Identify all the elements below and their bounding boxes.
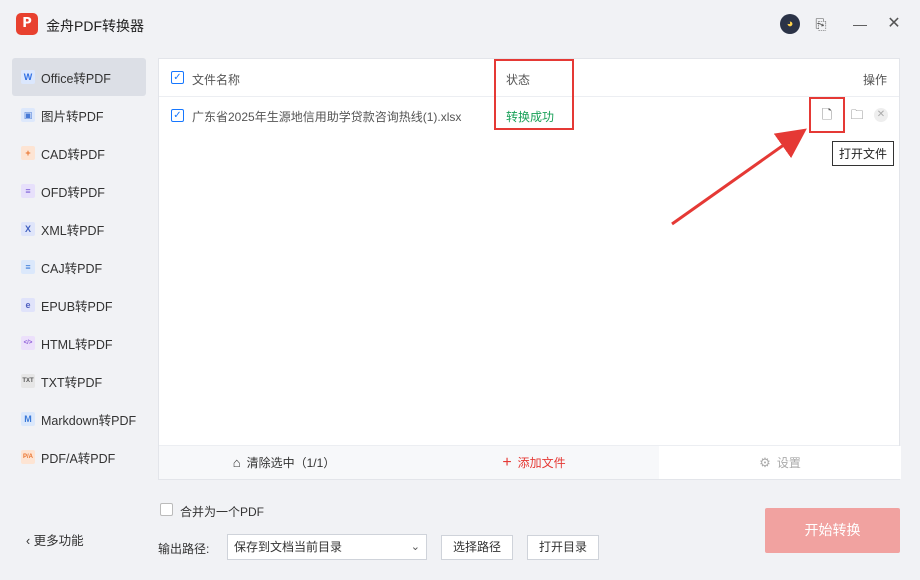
sidebar-item-label: OFD转PDF [41,185,105,200]
start-convert-button[interactable]: 开始转换 [765,508,900,553]
open-file-icon[interactable]: 🗋 [819,107,835,123]
close-icon[interactable]: ✕ [884,14,904,34]
app-logo-icon: P [16,13,38,35]
sidebar-item[interactable]: X XML转PDF [12,210,146,248]
format-icon: M [21,412,35,426]
sidebar-item-label: HTML转PDF [41,337,113,352]
status-badge: 转换成功 [506,110,555,124]
sidebar-item-label: Markdown转PDF [41,413,137,428]
format-icon: ▣ [21,108,35,122]
output-path-label: 输出路径: [158,542,210,556]
sidebar-item[interactable]: ▣ 图片转PDF [12,96,146,134]
open-folder-icon[interactable]: 🗀 [849,107,865,123]
output-path-select[interactable]: 保存到文档当前目录 ⌄ [227,534,427,560]
format-icon: W [21,70,35,84]
sidebar-item[interactable]: ≡ OFD转PDF [12,172,146,210]
sidebar-item-label: CAJ转PDF [41,261,103,276]
add-file-button[interactable]: + 添加文件 [409,446,659,479]
merge-pdf-label: 合并为一个PDF [180,505,265,519]
format-icon: ≡ [21,184,35,198]
format-icon: ≡ [21,260,35,274]
sidebar-item-label: XML转PDF [41,223,105,238]
open-file-tooltip: 打开文件 [832,141,895,166]
delete-row-icon[interactable]: ✕ [874,108,888,122]
format-icon: X [21,222,35,236]
format-icon: e [21,298,35,312]
format-icon: TXT [21,374,35,388]
sidebar-item[interactable]: e EPUB转PDF [12,286,146,324]
sidebar-item-label: EPUB转PDF [41,299,113,314]
sidebar-item[interactable]: TXT TXT转PDF [12,362,146,400]
plus-icon: + [502,453,512,471]
merge-pdf-checkbox[interactable] [160,503,173,516]
title-bar: P 金舟PDF转换器 ◕ ⎘ — ✕ [0,0,920,48]
sidebar-item[interactable]: </> HTML转PDF [12,324,146,362]
sidebar-item[interactable]: W Office转PDF [12,58,146,96]
sidebar: W Office转PDF ▣ 图片转PDF + CAD转PDF ≡ OFD转PDF X XML转P… [12,58,146,476]
minimize-icon[interactable]: — [850,14,870,34]
sidebar-item[interactable]: ≡ CAJ转PDF [12,248,146,286]
choose-path-button[interactable]: 选择路径 [441,535,513,560]
column-file-name: 文件名称 [192,73,241,87]
sidebar-item[interactable]: P/A PDF/A转PDF [12,438,146,476]
format-icon: </> [21,336,35,350]
column-status: 状态 [506,73,531,87]
gear-icon: ⚙ [759,454,771,470]
format-icon: + [21,146,35,160]
output-path-value: 保存到文档当前目录 [234,540,343,554]
app-title: 金舟PDF转换器 [46,18,144,34]
sidebar-item-label: CAD转PDF [41,147,105,162]
format-icon: P/A [21,450,35,464]
sidebar-item[interactable]: + CAD转PDF [12,134,146,172]
sidebar-item[interactable]: M Markdown转PDF [12,400,146,438]
annotation-arrow [671,128,807,226]
sidebar-item-label: TXT转PDF [41,375,103,390]
clear-selected-label: 清除选中（1/1） [246,456,336,470]
sidebar-item-label: PDF/A转PDF [41,451,116,466]
chevron-down-icon: ⌄ [410,541,420,553]
panel-footer: ⌂ 清除选中（1/1） + 添加文件 ⚙ 设置 [159,445,901,479]
settings-label: 设置 [776,456,801,470]
column-operations: 操作 [862,73,887,87]
user-avatar-icon[interactable]: ◕ [780,14,800,34]
row-checkbox[interactable]: ✓ [171,109,184,122]
select-all-checkbox[interactable]: ✓ [171,71,184,84]
add-file-label: 添加文件 [517,456,566,470]
sidebar-item-label: Office转PDF [41,71,111,86]
sidebar-item-label: 图片转PDF [41,109,104,124]
settings-button[interactable]: ⚙ 设置 [659,446,901,479]
chevron-left-icon: ‹ [26,534,31,548]
table-header: ✓ 文件名称 状态 操作 [159,59,899,97]
feedback-icon[interactable]: ⎘ [811,14,831,34]
more-features-link[interactable]: ‹ 更多功能 [26,530,84,549]
open-directory-button[interactable]: 打开目录 [527,535,599,560]
broom-icon: ⌂ [232,455,241,470]
clear-selected-button[interactable]: ⌂ 清除选中（1/1） [159,446,409,479]
more-features-label: 更多功能 [33,534,84,548]
file-name: 广东省2025年生源地信用助学贷款咨询热线(1).xlsx [192,110,462,124]
